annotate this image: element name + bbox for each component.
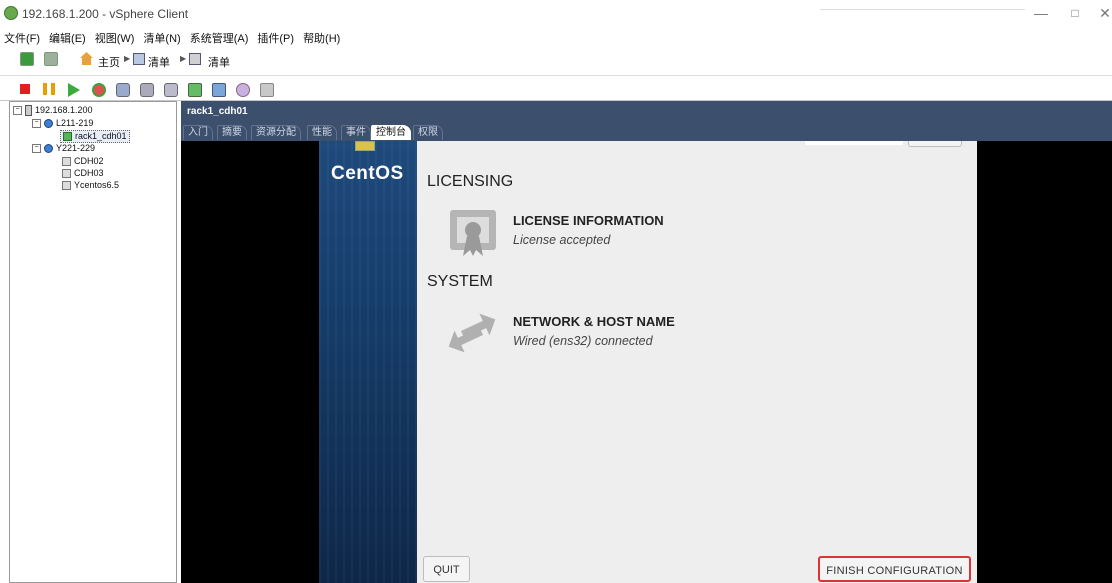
nav-inventory-2[interactable]: 清单 xyxy=(208,54,230,70)
top-hidden-button[interactable] xyxy=(908,141,962,147)
vm-icon xyxy=(62,157,71,167)
vm-running-icon xyxy=(63,132,72,142)
license-information-title[interactable]: LICENSE INFORMATION xyxy=(513,213,664,228)
inventory-list-icon xyxy=(189,53,201,65)
reset-icon[interactable] xyxy=(92,83,106,97)
inventory-icon xyxy=(133,53,145,65)
tree-group-l211[interactable]: − L211-219 xyxy=(32,118,93,129)
revert-snapshot-icon[interactable] xyxy=(140,83,154,97)
inventory-tree: −192.168.1.200 − L211-219 rack1_cdh01 − Y2… xyxy=(9,101,177,583)
back-arrow-icon[interactable] xyxy=(20,52,34,66)
tab-console[interactable]: 控制台 xyxy=(371,125,411,140)
window-title: 192.168.1.200 - vSphere Client xyxy=(22,7,189,21)
forward-arrow-icon[interactable] xyxy=(44,52,58,66)
vm-toolbar xyxy=(0,76,1112,101)
tree-vm-ycentos65[interactable]: Ycentos6.5 xyxy=(62,180,119,191)
vm-icon xyxy=(62,169,71,179)
home-icon[interactable] xyxy=(80,52,93,65)
collapse-icon[interactable]: − xyxy=(13,106,22,116)
tab-summary[interactable]: 摘要 xyxy=(217,125,247,140)
menu-administration[interactable]: 系统管理(A) xyxy=(190,30,249,46)
console-black-area xyxy=(977,141,1112,583)
minimize-button[interactable]: — xyxy=(1030,3,1052,23)
vm-icon xyxy=(62,181,71,191)
snapshot-manager-icon[interactable] xyxy=(164,83,178,97)
vm-header: rack1_cdh01 入门 摘要 资源分配 性能 事件 控制台 权限 xyxy=(181,101,1112,141)
snapshot-icon[interactable] xyxy=(116,83,130,97)
collapse-icon[interactable]: − xyxy=(32,144,41,154)
console-icon[interactable] xyxy=(188,83,202,97)
migrate-icon[interactable] xyxy=(212,83,226,97)
license-status: License accepted xyxy=(513,233,611,247)
tree-vm-cdh03[interactable]: CDH03 xyxy=(62,168,104,179)
suspend-icon[interactable] xyxy=(43,83,55,95)
breadcrumb-arrow-icon: ▶ xyxy=(124,54,131,63)
network-status: Wired (ens32) connected xyxy=(513,334,653,348)
breadcrumb-arrow-icon: ▶ xyxy=(180,54,187,63)
network-host-name-title[interactable]: NETWORK & HOST NAME xyxy=(513,314,675,329)
clone-icon[interactable] xyxy=(236,83,250,97)
network-arrows-icon[interactable] xyxy=(445,305,499,355)
host-icon xyxy=(25,105,32,117)
menu-plugins[interactable]: 插件(P) xyxy=(257,30,294,46)
close-button[interactable]: ✕ xyxy=(1098,3,1112,23)
resource-pool-icon xyxy=(44,144,53,154)
title-bar: 192.168.1.200 - vSphere Client — □ ✕ xyxy=(0,0,1112,28)
centos-logo: CentOS xyxy=(331,163,404,184)
installer-content: LICENSING LICENSE INFORMATION License ac… xyxy=(417,141,977,583)
collapse-icon[interactable]: − xyxy=(32,119,41,129)
nav-home[interactable]: 主页 xyxy=(98,54,120,70)
tab-permissions[interactable]: 权限 xyxy=(413,125,443,140)
vm-name: rack1_cdh01 xyxy=(187,106,248,117)
menu-help[interactable]: 帮助(H) xyxy=(303,30,340,46)
resource-pool-icon xyxy=(44,119,53,129)
license-icon[interactable] xyxy=(448,208,498,258)
tree-vm-cdh02[interactable]: CDH02 xyxy=(62,156,104,167)
section-title-system: SYSTEM xyxy=(427,273,493,290)
menu-file[interactable]: 文件(F) xyxy=(4,30,40,46)
title-divider xyxy=(820,9,1025,10)
restore-button[interactable]: □ xyxy=(1064,3,1086,23)
nav-inventory-1[interactable]: 清单 xyxy=(148,54,170,70)
menu-edit[interactable]: 编辑(E) xyxy=(49,30,86,46)
tree-group-y221[interactable]: − Y221-229 xyxy=(32,143,95,154)
power-on-icon[interactable] xyxy=(68,83,80,97)
tree-root[interactable]: −192.168.1.200 xyxy=(13,105,93,117)
navigation-bar: 主页 ▶ 清单 ▶ 清单 xyxy=(0,46,1112,76)
installer-sidebar: CentOS xyxy=(319,141,417,583)
menu-inventory[interactable]: 清单(N) xyxy=(143,30,180,46)
tree-vm-rack1-cdh01[interactable]: rack1_cdh01 xyxy=(60,130,130,143)
vm-console[interactable]: CentOS LICENSING LICENSE INFORMATION Lic… xyxy=(181,141,1112,583)
section-title-licensing: LICENSING xyxy=(427,173,514,190)
vsphere-app-icon xyxy=(4,6,18,20)
menu-bar: 文件(F) 编辑(E) 视图(W) 清单(N) 系统管理(A) 插件(P) 帮助(H) xyxy=(0,28,1112,46)
finish-configuration-button[interactable]: FINISH CONFIGURATION xyxy=(818,556,971,582)
centos-logo-mark-icon xyxy=(355,141,375,151)
settings-icon[interactable] xyxy=(260,83,274,97)
quit-button[interactable]: QUIT xyxy=(423,556,470,582)
menu-view[interactable]: 视图(W) xyxy=(95,30,135,46)
tab-events[interactable]: 事件 xyxy=(341,125,371,140)
power-off-icon[interactable] xyxy=(20,84,30,94)
tab-resource-allocation[interactable]: 资源分配 xyxy=(251,125,301,140)
tab-getting-started[interactable]: 入门 xyxy=(183,125,213,140)
top-edge-strip xyxy=(805,141,903,145)
tab-performance[interactable]: 性能 xyxy=(307,125,337,140)
